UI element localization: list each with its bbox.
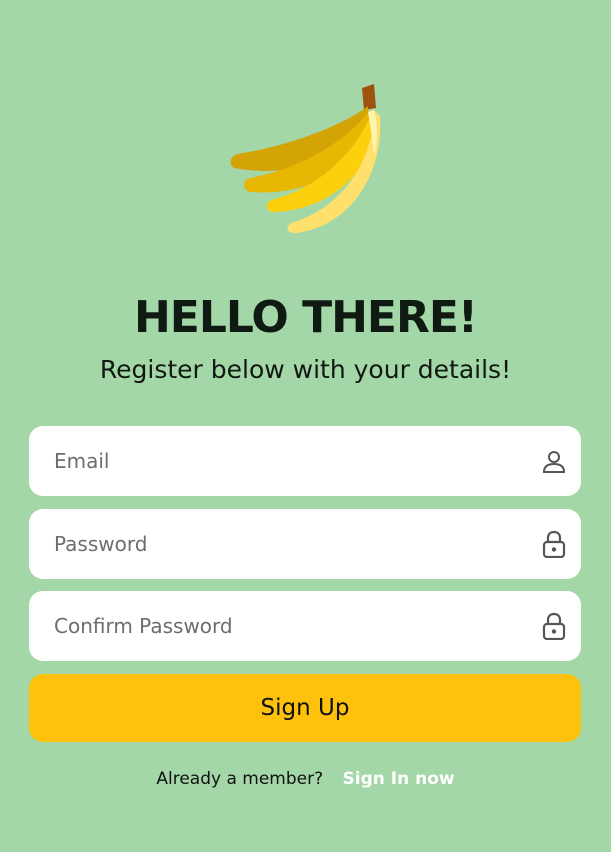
- page-subtitle: Register below with your details!: [99, 355, 512, 384]
- email-field[interactable]: [29, 426, 581, 496]
- already-member-text: Already a member?: [156, 769, 324, 789]
- password-input[interactable]: [54, 509, 524, 579]
- banana-icon: [230, 84, 381, 234]
- confirm-password-field[interactable]: [29, 591, 581, 661]
- page-title: HELLO THERE!: [133, 292, 478, 343]
- lock-icon: [542, 612, 566, 640]
- lock-icon: [542, 530, 566, 558]
- password-field[interactable]: [29, 509, 581, 579]
- sign-up-button[interactable]: Sign Up: [29, 674, 581, 742]
- user-icon: [542, 451, 566, 473]
- confirm-password-input[interactable]: [54, 591, 524, 661]
- sign-in-link[interactable]: Sign In now: [343, 769, 455, 789]
- sign-in-prompt: Already a member? Sign In now: [0, 766, 611, 792]
- email-input[interactable]: [54, 426, 524, 496]
